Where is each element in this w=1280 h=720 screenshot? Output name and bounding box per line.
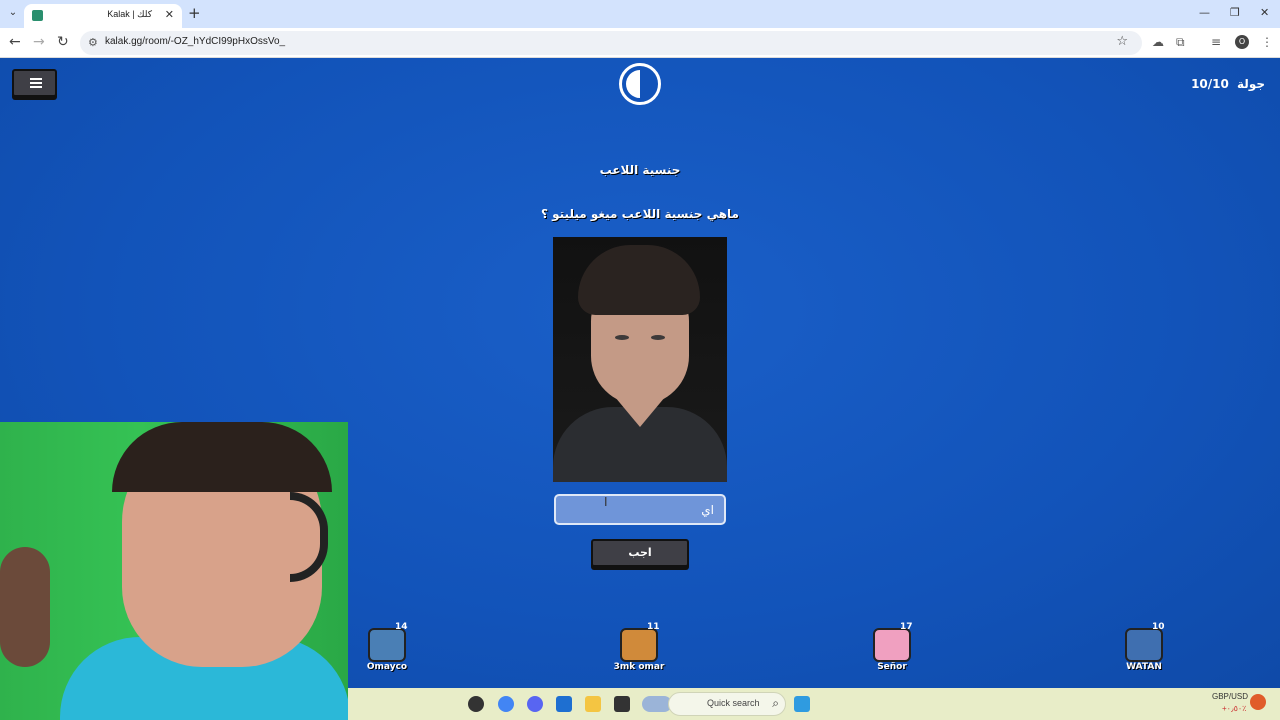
timer-icon — [619, 63, 661, 105]
question-text: ماهي جنسية اللاعب ميغو ميليتو ؟ — [541, 207, 739, 221]
avatar — [620, 628, 658, 662]
player-card: 17 Señor — [862, 622, 922, 672]
browser-tab[interactable]: Kalak | كلك ✕ — [24, 4, 182, 28]
avatar — [1125, 628, 1163, 662]
ticker-value: +٠٫٥٠٪ — [1222, 704, 1247, 713]
round-label: جولة — [1237, 77, 1265, 91]
player-photo — [553, 237, 727, 482]
player-score: 17 — [900, 622, 913, 632]
new-tab-icon[interactable]: + — [188, 4, 201, 22]
folder-icon[interactable] — [585, 696, 601, 712]
address-bar[interactable]: ⚙ kalak.gg/room/-OZ_hYdCI99pHxOssVo_ ☆ — [80, 31, 1142, 55]
more-menu-icon[interactable]: ⋮ — [1261, 35, 1273, 49]
forward-icon[interactable]: → — [33, 34, 45, 50]
news-icon[interactable] — [1250, 694, 1266, 710]
site-info-icon[interactable]: ⚙ — [88, 36, 98, 49]
menu-icon — [30, 78, 42, 80]
player-card: 14 Omayco — [357, 622, 417, 672]
search-icon: ⌕ — [772, 696, 779, 710]
answer-input[interactable]: اي — [554, 494, 726, 525]
store-icon[interactable] — [556, 696, 572, 712]
player-card: 11 3mk omar — [609, 622, 669, 672]
avatar — [368, 628, 406, 662]
profile-avatar[interactable]: O — [1235, 35, 1249, 49]
headphones-icon — [290, 492, 328, 582]
address-toolbar: ← → ↻ ⚙ kalak.gg/room/-OZ_hYdCI99pHxOssV… — [0, 28, 1280, 58]
url-text: kalak.gg/room/-OZ_hYdCI99pHxOssVo_ — [105, 36, 286, 47]
search-placeholder: Quick search — [707, 698, 760, 708]
app-icon[interactable] — [468, 696, 484, 712]
avatar — [873, 628, 911, 662]
restore-icon[interactable]: ❐ — [1230, 6, 1240, 19]
windows-start-icon[interactable] — [794, 696, 810, 712]
reload-icon[interactable]: ↻ — [57, 34, 69, 50]
close-window-icon[interactable]: ✕ — [1260, 6, 1269, 19]
discord-icon[interactable] — [527, 696, 543, 712]
player-name: Señor — [877, 662, 907, 672]
search-input[interactable]: Quick search ⌕ — [668, 692, 786, 716]
tab-title: Kalak | كلك — [107, 9, 152, 19]
back-icon[interactable]: ← — [9, 34, 21, 50]
chrome-icon[interactable] — [498, 696, 514, 712]
favicon-icon — [32, 10, 43, 21]
round-counter: جولة 10/10 — [1191, 77, 1265, 91]
star-icon[interactable]: ☆ — [1116, 34, 1128, 49]
minimize-icon[interactable]: — — [1199, 6, 1210, 19]
player-score: 10 — [1152, 622, 1165, 632]
cloud-icon[interactable]: ☁ — [1152, 35, 1164, 49]
player-score: 14 — [395, 622, 408, 632]
round-value: 10/10 — [1191, 77, 1229, 91]
tab-strip: ⌄ Kalak | كلك ✕ + — ❐ ✕ — [0, 0, 1280, 28]
tab-list-icon[interactable]: ⌄ — [6, 6, 20, 20]
taskbar: Quick search ⌕ GBP/USD +٠٫٥٠٪ — [348, 688, 1280, 720]
menu-button[interactable] — [12, 69, 57, 97]
player-name: WATAN — [1126, 662, 1162, 672]
submit-answer-button[interactable]: اجب — [591, 539, 689, 567]
terminal-icon[interactable] — [614, 696, 630, 712]
player-score: 11 — [647, 622, 660, 632]
close-tab-icon[interactable]: ✕ — [165, 8, 174, 21]
media-icon[interactable]: ≡ — [1211, 35, 1221, 49]
webcam-overlay — [0, 422, 348, 720]
player-name: 3mk omar — [613, 662, 665, 672]
text-cursor-icon: I — [604, 495, 608, 509]
question-category: جنسية اللاعب — [599, 163, 681, 177]
ticker-label: GBP/USD — [1212, 692, 1249, 701]
player-name: Omayco — [366, 662, 408, 672]
player-card: 10 WATAN — [1114, 622, 1174, 672]
extensions-icon[interactable]: ⧉ — [1176, 35, 1185, 50]
